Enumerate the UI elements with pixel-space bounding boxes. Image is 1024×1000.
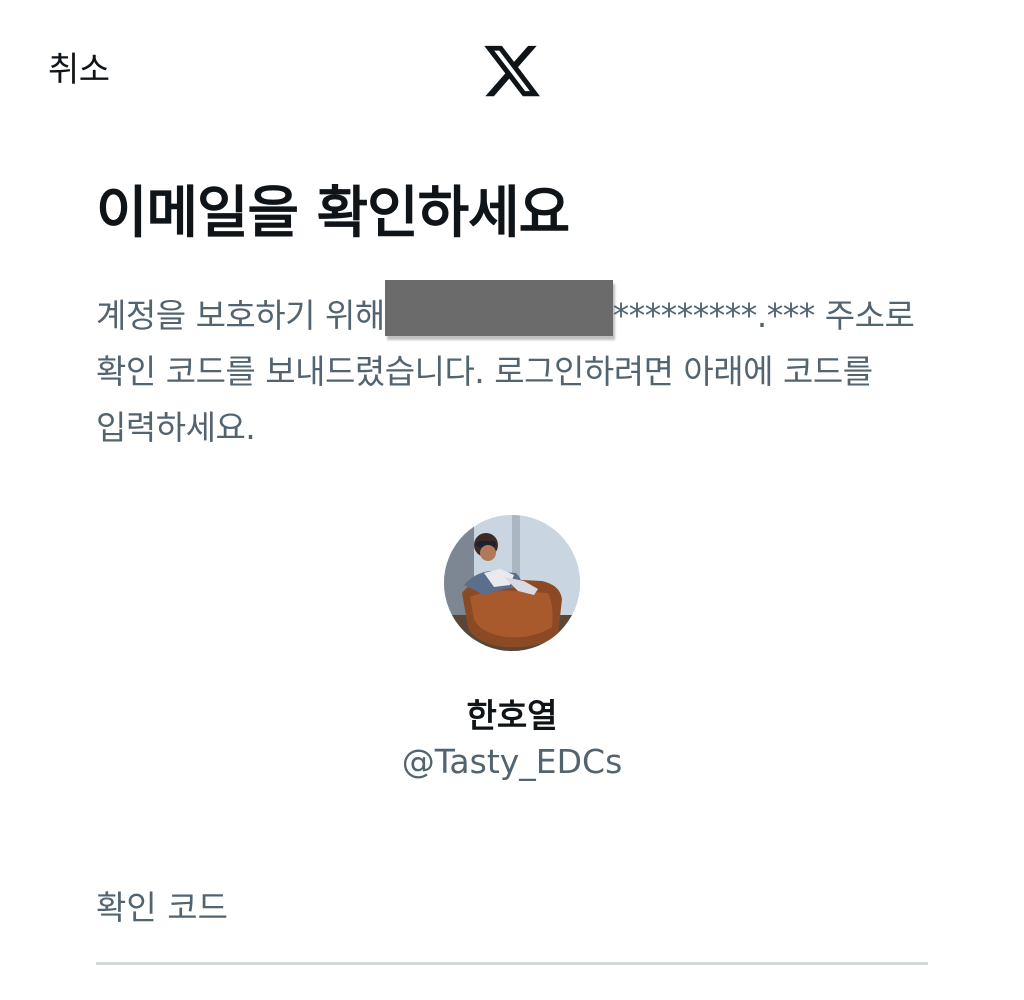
avatar xyxy=(444,515,580,651)
description-text: 계정을 보호하기 위해 *********.*** 주소로 확인 코드를 보내드렸… xyxy=(96,280,926,456)
verification-code-input[interactable] xyxy=(96,876,928,962)
cancel-button[interactable]: 취소 xyxy=(48,46,110,94)
description-prefix: 계정을 보호하기 위해 xyxy=(96,296,385,335)
redacted-email-block xyxy=(384,280,613,336)
profile-handle: @Tasty_EDCs xyxy=(401,742,623,781)
masked-email: *********.*** xyxy=(612,296,816,335)
page-title: 이메일을 확인하세요 xyxy=(96,181,570,246)
verification-code-field[interactable]: 확인 코드 xyxy=(96,876,928,965)
x-logo-icon xyxy=(480,40,544,102)
profile-name: 한호열 xyxy=(466,696,558,735)
